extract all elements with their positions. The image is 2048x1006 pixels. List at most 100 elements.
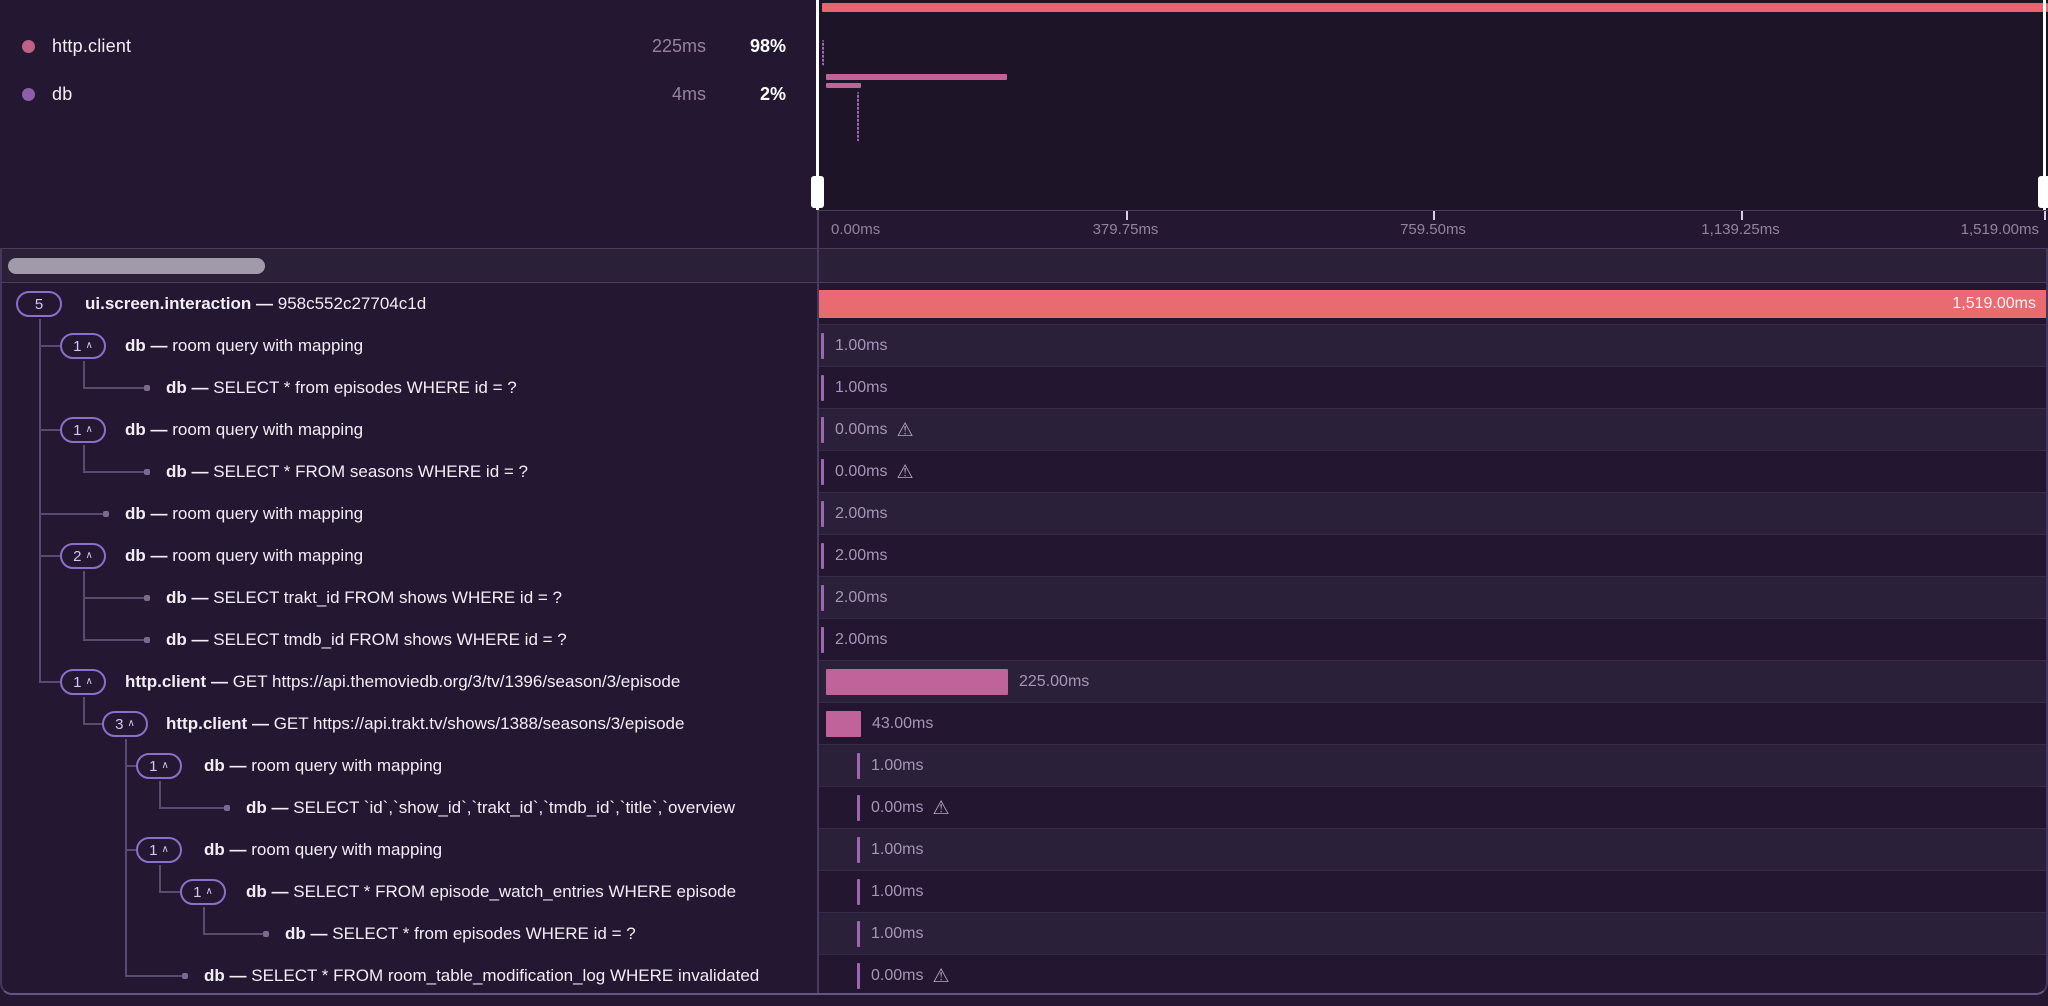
span-row-bar[interactable]: 1.00ms — [818, 829, 2048, 871]
connector-dot — [263, 931, 269, 937]
children-count: 1 — [73, 338, 81, 355]
span-row-bar[interactable]: 43.00ms — [818, 703, 2048, 745]
duration-label: 43.00ms — [872, 715, 933, 733]
connector-line — [83, 597, 146, 599]
children-count-badge[interactable]: 1∧ — [60, 417, 106, 443]
children-count-badge[interactable]: 1∧ — [60, 669, 106, 695]
span-row-label[interactable]: 1∧db — room query with mapping — [0, 745, 818, 787]
chevron-up-icon: ∧ — [162, 760, 169, 771]
connector-line — [83, 723, 104, 725]
span-title: db — SELECT `id`,`show_id`,`trakt_id`,`t… — [246, 787, 735, 829]
span-row-bar[interactable]: 1,519.00ms — [818, 283, 2048, 325]
span-row-label[interactable]: 3∧ http.client — GET https://api.trakt.tv… — [0, 703, 818, 745]
duration-bar — [826, 711, 861, 737]
scrollbar-thumb[interactable] — [8, 258, 265, 274]
connector-line — [39, 345, 62, 347]
span-row-bar[interactable]: 2.00ms — [818, 619, 2048, 661]
viewport-handle-grip[interactable] — [2038, 176, 2048, 208]
connector-line — [125, 975, 184, 977]
span-row-bar[interactable]: 225.00ms — [818, 661, 2048, 703]
span-operation: db — [285, 924, 311, 943]
span-row-label[interactable]: 1∧ http.client — GET https://api.themovie… — [0, 661, 818, 703]
children-count: 2 — [73, 548, 81, 565]
children-count-badge[interactable]: 1∧ — [180, 879, 226, 905]
children-count-badge[interactable]: 3∧ — [102, 711, 148, 737]
span-title: db — SELECT * from episodes WHERE id = ? — [285, 913, 636, 955]
legend-item-duration: 225ms — [652, 36, 706, 57]
children-count-badge[interactable]: 5 — [16, 291, 62, 317]
connector-dot — [144, 637, 150, 643]
duration-label: 225.00ms — [1019, 673, 1089, 691]
separator-dash: — — [230, 966, 252, 985]
children-count-badge[interactable]: 1∧ — [60, 333, 106, 359]
duration-bar — [821, 375, 824, 401]
span-row-bar[interactable]: 1.00ms — [818, 871, 2048, 913]
span-row-bar[interactable]: 2.00ms — [818, 577, 2048, 619]
connector-dot — [103, 511, 109, 517]
children-count-badge[interactable]: 2∧ — [60, 543, 106, 569]
children-count: 1 — [149, 758, 157, 775]
span-row-label[interactable]: db — SELECT * from episodes WHERE id = ? — [0, 913, 818, 955]
span-row-label[interactable]: db — SELECT * FROM room_table_modificati… — [0, 955, 818, 993]
separator-dash: — — [252, 714, 274, 733]
axis-tick-mark — [2044, 211, 2046, 220]
span-row-bar[interactable]: 0.00ms⚠ — [818, 451, 2048, 493]
span-title: http.client — GET https://api.themoviedb… — [125, 661, 680, 703]
span-title: http.client — GET https://api.trakt.tv/s… — [166, 703, 684, 745]
children-count: 3 — [115, 716, 123, 733]
duration-bar — [857, 837, 860, 863]
duration-label: 0.00ms — [835, 463, 887, 481]
ops-legend: http.client 225ms 98% db 4ms 2% — [0, 0, 818, 248]
span-title: db — SELECT * FROM room_table_modificati… — [204, 955, 759, 993]
duration-bar — [857, 963, 860, 989]
root-duration-bar[interactable]: 1,519.00ms — [818, 290, 2048, 318]
duration-label: 1.00ms — [871, 925, 923, 943]
connector-line — [39, 429, 62, 431]
span-row-bar[interactable]: 1.00ms — [818, 745, 2048, 787]
children-count-badge[interactable]: 1∧ — [136, 837, 182, 863]
span-row-label[interactable]: 2∧db — room query with mapping — [0, 535, 818, 577]
viewport-handle-right[interactable] — [2035, 0, 2048, 210]
span-title: db — SELECT * FROM episode_watch_entries… — [246, 871, 736, 913]
span-operation: db — [246, 798, 272, 817]
viewport-handle-grip[interactable] — [811, 176, 824, 208]
duration-label: 1.00ms — [871, 883, 923, 901]
connector-dot — [144, 595, 150, 601]
duration-bar — [821, 459, 824, 485]
trace-minimap[interactable] — [818, 0, 2048, 210]
span-row-bar[interactable]: 1.00ms — [818, 367, 2048, 409]
connector-line — [83, 471, 146, 473]
span-operation: db — [204, 966, 230, 985]
span-row-label[interactable]: 5ui.screen.interaction — 958c552c27704c1… — [0, 283, 818, 325]
span-row-bar[interactable]: 1.00ms — [818, 913, 2048, 955]
span-row-bar[interactable]: 2.00ms — [818, 493, 2048, 535]
connector-line — [39, 681, 62, 683]
trace-viewer: http.client 225ms 98% db 4ms 2% 0.00ms37… — [0, 0, 2048, 1006]
span-row-label[interactable]: db — SELECT `id`,`show_id`,`trakt_id`,`t… — [0, 787, 818, 829]
span-row-bar[interactable]: 0.00ms⚠ — [818, 787, 2048, 829]
children-count-badge[interactable]: 1∧ — [136, 753, 182, 779]
span-row-label[interactable]: 1∧db — room query with mapping — [0, 325, 818, 367]
span-description: SELECT * FROM room_table_modification_lo… — [251, 966, 759, 985]
viewport-handle-left[interactable] — [815, 0, 829, 210]
minimap-dotted-connector — [857, 92, 859, 142]
span-row-bar[interactable]: 2.00ms — [818, 535, 2048, 577]
connector-line — [125, 739, 127, 977]
span-title: db — room query with mapping — [125, 409, 363, 451]
chevron-up-icon: ∧ — [86, 550, 93, 561]
duration-label: 2.00ms — [835, 505, 887, 523]
axis-tick-mark — [1741, 211, 1743, 220]
span-row-label[interactable]: db — room query with mapping — [0, 493, 818, 535]
span-row-label[interactable]: 1∧ db — room query with mapping — [0, 409, 818, 451]
span-title: db — room query with mapping — [204, 745, 442, 787]
span-description: room query with mapping — [172, 336, 363, 355]
span-row-bar[interactable]: 0.00ms⚠ — [818, 409, 2048, 451]
span-row-bar[interactable]: 0.00ms⚠ — [818, 955, 2048, 993]
span-row-label[interactable]: 1∧ db — SELECT * FROM episode_watch_entri… — [0, 871, 818, 913]
span-row-label[interactable]: 1∧db — room query with mapping — [0, 829, 818, 871]
legend-item-db: db 4ms 2% — [0, 75, 818, 113]
axis-label: 1,519.00ms — [1961, 211, 2039, 248]
span-description: SELECT * FROM seasons WHERE id = ? — [213, 462, 528, 481]
span-operation: db — [166, 630, 192, 649]
span-row-bar[interactable]: 1.00ms — [818, 325, 2048, 367]
